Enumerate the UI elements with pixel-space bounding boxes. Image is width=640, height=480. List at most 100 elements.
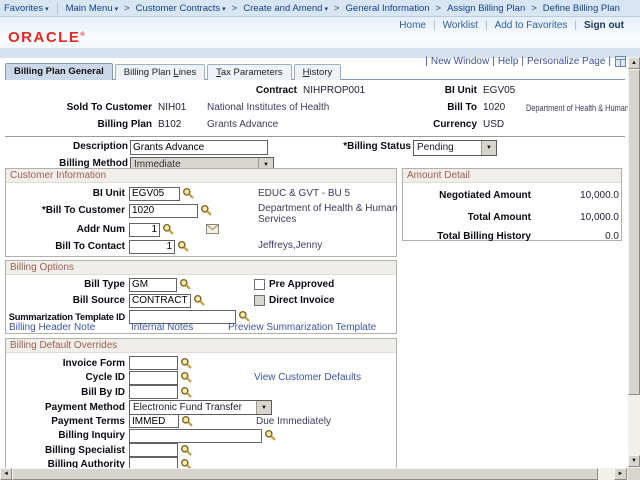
link-sign-out[interactable]: Sign out bbox=[584, 20, 624, 31]
scroll-down-icon: ▼ bbox=[631, 458, 637, 464]
breadcrumb-separator: > bbox=[529, 3, 539, 14]
billing-inquiry-input[interactable] bbox=[129, 429, 262, 443]
addr-num-lookup-button[interactable] bbox=[162, 223, 175, 236]
billing-specialist-input[interactable] bbox=[129, 443, 178, 457]
breadcrumb-define-billing-plan[interactable]: Define Billing Plan bbox=[539, 3, 624, 14]
bill-by-id-input[interactable] bbox=[129, 385, 178, 399]
bi-unit-description: EDUC & GVT - BU 5 bbox=[258, 188, 350, 199]
billing-inquiry-label: Billing Inquiry bbox=[6, 430, 129, 441]
billing-inquiry-lookup-button[interactable] bbox=[264, 429, 277, 442]
bill-source-input[interactable] bbox=[129, 294, 191, 308]
divider: | bbox=[608, 56, 611, 67]
billing-status-select[interactable]: Pending ▼ bbox=[413, 140, 497, 156]
payment-terms-description: Due Immediately bbox=[256, 416, 331, 427]
breadcrumb-favorites[interactable]: Favorites▾ bbox=[0, 3, 53, 14]
chevron-down-icon: ▼ bbox=[481, 141, 496, 155]
personalize-layout-icon[interactable] bbox=[615, 56, 626, 67]
pre-approved-field: Pre Approved bbox=[254, 279, 334, 290]
divider: | bbox=[433, 20, 436, 31]
tab-billing-plan-lines[interactable]: Billing Plan Lines bbox=[115, 64, 205, 80]
pre-approved-checkbox[interactable] bbox=[254, 279, 265, 290]
link-help[interactable]: Help bbox=[498, 56, 519, 67]
direct-invoice-label: Direct Invoice bbox=[269, 295, 335, 306]
invoice-form-input[interactable] bbox=[129, 356, 178, 370]
view-customer-defaults-link[interactable]: View Customer Defaults bbox=[254, 372, 361, 383]
link-personalize-page[interactable]: Personalize Page bbox=[527, 56, 605, 67]
breadcrumb-general-information[interactable]: General Information bbox=[342, 3, 434, 14]
currency-label: Currency bbox=[380, 119, 477, 130]
cycle-id-row: Cycle ID View Customer Defaults bbox=[6, 371, 396, 385]
total-billing-history-row: Total Billing History 0.0 bbox=[403, 229, 621, 244]
tab-history[interactable]: History bbox=[294, 64, 342, 80]
breadcrumb-create-and-amend[interactable]: Create and Amend▾ bbox=[239, 3, 332, 14]
billing-specialist-label: Billing Specialist bbox=[6, 445, 129, 456]
divider: | bbox=[485, 20, 488, 31]
cycle-id-lookup-button[interactable] bbox=[180, 371, 193, 384]
cycle-id-input[interactable] bbox=[129, 371, 178, 385]
brand-bar: Home | Worklist | Add to Favorites | Sig… bbox=[0, 17, 640, 48]
addr-num-input[interactable] bbox=[129, 223, 160, 237]
invoice-form-lookup-button[interactable] bbox=[180, 357, 193, 370]
billing-specialist-lookup-button[interactable] bbox=[180, 444, 193, 457]
contract-value: NIHPROP001 bbox=[303, 85, 365, 96]
bill-type-row: Bill Type Pre Approved bbox=[6, 277, 396, 292]
scroll-right-button[interactable]: ► bbox=[614, 468, 627, 480]
bill-to-header-value: 1020 bbox=[483, 102, 505, 113]
link-new-window[interactable]: New Window bbox=[431, 56, 489, 67]
link-add-to-favorites[interactable]: Add to Favorites bbox=[495, 20, 568, 31]
horizontal-scrollbar[interactable]: ◄ ► bbox=[0, 468, 628, 480]
envelope-icon[interactable] bbox=[206, 224, 219, 234]
scroll-up-button[interactable]: ▲ bbox=[628, 57, 640, 69]
chevron-down-icon: ▾ bbox=[45, 6, 49, 13]
breadcrumb-assign-billing-plan[interactable]: Assign Billing Plan bbox=[443, 3, 529, 14]
breadcrumb-main-menu[interactable]: Main Menu▾ bbox=[62, 3, 123, 14]
negotiated-amount-label: Negotiated Amount bbox=[403, 190, 535, 201]
invoice-form-row: Invoice Form bbox=[6, 356, 396, 370]
scroll-left-icon: ◄ bbox=[3, 471, 9, 477]
payment-method-select[interactable]: Electronic Fund Transfer ▼ bbox=[129, 400, 272, 415]
scroll-right-icon: ► bbox=[618, 471, 624, 477]
breadcrumb-customer-contracts[interactable]: Customer Contracts▾ bbox=[132, 3, 230, 14]
scroll-up-icon: ▲ bbox=[631, 60, 637, 66]
payment-method-label: Payment Method bbox=[6, 402, 129, 413]
payment-terms-row: Payment Terms Due Immediately bbox=[6, 414, 396, 428]
preview-summarization-template-link[interactable]: Preview Summarization Template bbox=[228, 322, 376, 333]
billing-plan-name: Grants Advance bbox=[207, 119, 278, 130]
internal-notes-link[interactable]: Internal Notes bbox=[131, 322, 193, 333]
tab-tax-parameters[interactable]: Tax Parameters bbox=[207, 64, 292, 80]
billing-header-note-link[interactable]: Billing Header Note bbox=[9, 322, 95, 333]
bill-source-lookup-button[interactable] bbox=[193, 294, 206, 307]
bill-to-contact-name: Jeffreys,Jenny bbox=[258, 240, 322, 251]
payment-terms-lookup-button[interactable] bbox=[181, 415, 194, 428]
bi-unit-input[interactable] bbox=[129, 187, 180, 201]
bill-type-input[interactable] bbox=[129, 278, 177, 292]
link-worklist[interactable]: Worklist bbox=[443, 20, 478, 31]
horizontal-scroll-thumb[interactable] bbox=[12, 468, 598, 480]
breadcrumb-separator: > bbox=[332, 3, 342, 14]
utility-links: Home | Worklist | Add to Favorites | Sig… bbox=[399, 20, 624, 31]
bill-to-contact-lookup-button[interactable] bbox=[177, 240, 190, 253]
search-icon bbox=[180, 357, 193, 370]
description-input[interactable] bbox=[130, 140, 268, 155]
vertical-scrollbar[interactable]: ▲ ▼ bbox=[628, 57, 640, 468]
payment-terms-input[interactable] bbox=[129, 414, 179, 428]
tab-billing-plan-general[interactable]: Billing Plan General bbox=[5, 63, 113, 80]
scroll-left-button[interactable]: ◄ bbox=[0, 468, 12, 480]
chevron-down-icon: ▼ bbox=[256, 401, 271, 414]
cycle-id-label: Cycle ID bbox=[6, 372, 129, 383]
bill-to-contact-input[interactable] bbox=[129, 240, 175, 254]
link-home[interactable]: Home bbox=[399, 20, 426, 31]
bill-type-lookup-button[interactable] bbox=[179, 278, 192, 291]
breadcrumb-separator: > bbox=[230, 3, 240, 14]
scroll-down-button[interactable]: ▼ bbox=[628, 455, 640, 467]
bi-unit-header-value: EGV05 bbox=[483, 85, 515, 96]
bill-to-customer-lookup-button[interactable] bbox=[200, 204, 213, 217]
search-icon bbox=[162, 223, 175, 236]
vertical-scroll-thumb[interactable] bbox=[628, 69, 640, 395]
bill-by-id-lookup-button[interactable] bbox=[180, 386, 193, 399]
breadcrumb-separator: > bbox=[434, 3, 444, 14]
chevron-down-icon: ▾ bbox=[324, 6, 328, 13]
bi-unit-lookup-button[interactable] bbox=[182, 187, 195, 200]
bill-to-customer-input[interactable] bbox=[129, 204, 198, 218]
breadcrumb: Favorites▾ Main Menu▾ > Customer Contrac… bbox=[0, 0, 640, 17]
